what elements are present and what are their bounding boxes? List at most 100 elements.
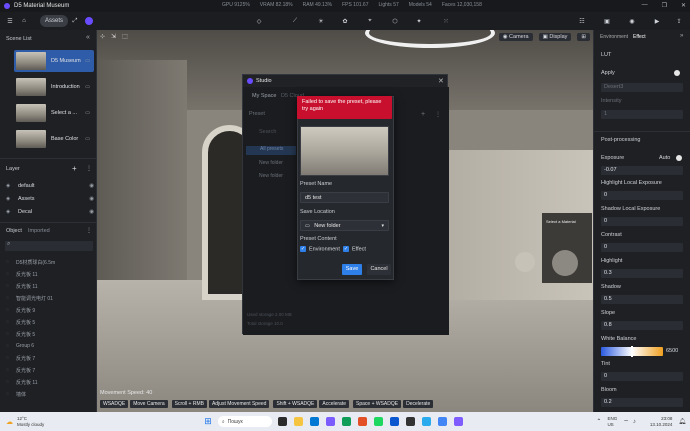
nav-icon[interactable]: ⇲: [111, 33, 116, 40]
visibility-icon[interactable]: ◉: [89, 183, 94, 189]
taskbar-search-input[interactable]: ⌕ Пошук: [217, 416, 272, 427]
scene-item-base-color[interactable]: Base Color ▭: [14, 128, 94, 150]
weather-widget[interactable]: 12°C Mostly cloudy: [17, 416, 44, 428]
wifi-icon[interactable]: ⌔: [623, 418, 629, 426]
minimize-button[interactable]: —: [642, 2, 648, 9]
exposure-auto-toggle[interactable]: [676, 155, 682, 161]
export-icon[interactable]: ⇪: [674, 15, 684, 27]
intensity-input[interactable]: 1: [601, 110, 683, 119]
view-icon[interactable]: ⬚: [122, 33, 128, 40]
vegetation-icon[interactable]: ✿: [340, 15, 350, 27]
object-search-input[interactable]: ⌕: [5, 241, 93, 251]
scene-item-d5-museum[interactable]: D5 Museum ▭: [14, 50, 94, 72]
add-layer-button[interactable]: +: [72, 164, 77, 173]
close-button[interactable]: ✕: [681, 2, 686, 9]
visibility-icon[interactable]: ◌: [6, 343, 12, 349]
tab-object[interactable]: Object: [6, 228, 22, 234]
visibility-icon[interactable]: ◌: [6, 355, 12, 361]
copilot-icon[interactable]: [325, 417, 335, 426]
param-input[interactable]: 0.3: [601, 269, 683, 278]
expand-panel-icon[interactable]: »: [680, 33, 683, 39]
tree-item-folder[interactable]: New folder: [259, 160, 283, 166]
tab-imported[interactable]: Imported: [28, 228, 50, 234]
list-item[interactable]: ◌ 智能调光电灯 01: [6, 292, 94, 304]
display-button[interactable]: ▣ Display: [538, 33, 572, 41]
tray-chevron-icon[interactable]: ⌃: [596, 418, 601, 425]
image-icon[interactable]: ▣: [602, 15, 612, 27]
d5-ai-icon[interactable]: [84, 15, 94, 27]
visibility-icon[interactable]: ◌: [6, 283, 12, 289]
d5-render-icon[interactable]: [453, 417, 463, 426]
telegram-icon[interactable]: [421, 417, 431, 426]
slider-handle[interactable]: [631, 346, 633, 357]
white-balance-slider[interactable]: [601, 346, 663, 357]
visibility-icon[interactable]: ◌: [6, 307, 12, 313]
video-icon[interactable]: ▶: [652, 15, 662, 27]
particle-icon[interactable]: ✦: [414, 15, 424, 27]
list-item[interactable]: ◌ 反光板 11: [6, 376, 94, 388]
param-input[interactable]: 0: [601, 191, 683, 200]
studio-menu-icon[interactable]: ⋮: [435, 111, 441, 118]
list-item[interactable]: ◌ 反光板 5: [6, 316, 94, 328]
visibility-icon[interactable]: ◌: [6, 391, 12, 397]
cube-icon[interactable]: ◇: [254, 15, 264, 27]
start-icon[interactable]: ⊞: [204, 416, 212, 427]
terminal-icon[interactable]: [405, 417, 415, 426]
tint-input[interactable]: 0: [601, 372, 683, 381]
list-item[interactable]: ◌ 墙体: [6, 388, 94, 400]
lut-preset-select[interactable]: Desert3: [601, 83, 683, 92]
visibility-icon[interactable]: ◌: [6, 259, 12, 265]
notification-icon[interactable]: 🔔︎: [678, 418, 686, 425]
layer-menu-icon[interactable]: ⋮: [86, 165, 92, 172]
visibility-icon[interactable]: ◌: [6, 379, 12, 385]
maximize-button[interactable]: ❐: [662, 2, 667, 9]
list-item[interactable]: ◌ 反光板 9: [6, 304, 94, 316]
exposure-input[interactable]: -0.07: [601, 166, 683, 175]
home-icon[interactable]: ⌂: [18, 15, 30, 27]
checkbox-effect[interactable]: ✓ Effect: [343, 246, 366, 252]
param-input[interactable]: 0.8: [601, 321, 683, 330]
list-item[interactable]: ◌ 反光板 7: [6, 352, 94, 364]
layer-item-default[interactable]: ◈ default ◉: [6, 180, 94, 191]
visibility-icon[interactable]: ◌: [6, 271, 12, 277]
save-button[interactable]: Save: [342, 264, 362, 275]
lut-apply-toggle[interactable]: [674, 70, 680, 76]
transform-icon[interactable]: ⤢: [70, 15, 80, 27]
add-preset-button[interactable]: +: [421, 111, 425, 118]
path-icon[interactable]: ⟋: [290, 15, 300, 27]
visibility-icon[interactable]: ◌: [6, 331, 12, 337]
param-input[interactable]: 0: [601, 243, 683, 252]
camera-button[interactable]: ◉ Camera: [498, 33, 533, 41]
list-item[interactable]: ◌ 反光板 7: [6, 364, 94, 376]
menu-icon[interactable]: ☰: [4, 15, 16, 27]
gizmo-icon[interactable]: ⊹: [100, 33, 105, 40]
list-item[interactable]: ◌ 反光板 5: [6, 328, 94, 340]
visibility-icon[interactable]: ◌: [6, 319, 12, 325]
tree-item-all-presets[interactable]: All presets: [246, 146, 296, 155]
checkbox-environment[interactable]: ✓ Environment: [300, 246, 340, 252]
list-item[interactable]: ◌ 反光板 11: [6, 280, 94, 292]
assets-button[interactable]: Assets: [40, 15, 68, 27]
layer-item-assets[interactable]: ◈ Assets ◉: [6, 193, 94, 204]
app-icon[interactable]: [357, 417, 367, 426]
object-menu-icon[interactable]: ⋮: [86, 227, 92, 234]
visibility-icon[interactable]: ◉: [89, 209, 94, 215]
list-item[interactable]: ◌ Group 6: [6, 340, 94, 352]
fill-icon[interactable]: ⬡: [390, 15, 400, 27]
clock[interactable]: 23:08 13.10.2024: [650, 416, 673, 428]
measure-icon[interactable]: ⌖: [365, 15, 375, 27]
tab-effect[interactable]: Effect: [633, 34, 646, 40]
tab-environment[interactable]: Environment: [600, 34, 628, 40]
tree-item-folder[interactable]: New folder: [259, 173, 283, 179]
view-mode-button[interactable]: ⊞: [577, 33, 590, 41]
edge-icon[interactable]: [309, 417, 319, 426]
light-icon[interactable]: ☀: [316, 15, 326, 27]
param-input[interactable]: 0: [601, 217, 683, 226]
taskview-icon[interactable]: [277, 417, 287, 426]
preset-name-input[interactable]: d5 test: [300, 192, 389, 203]
camera-icon[interactable]: ◉: [627, 15, 637, 27]
studio-search-input[interactable]: Search: [259, 129, 276, 135]
spotify-icon[interactable]: [373, 417, 383, 426]
layer-item-decal[interactable]: ◈ Decal ◉: [6, 206, 94, 217]
scene-item-introduction[interactable]: Introduction ▭: [14, 76, 94, 98]
